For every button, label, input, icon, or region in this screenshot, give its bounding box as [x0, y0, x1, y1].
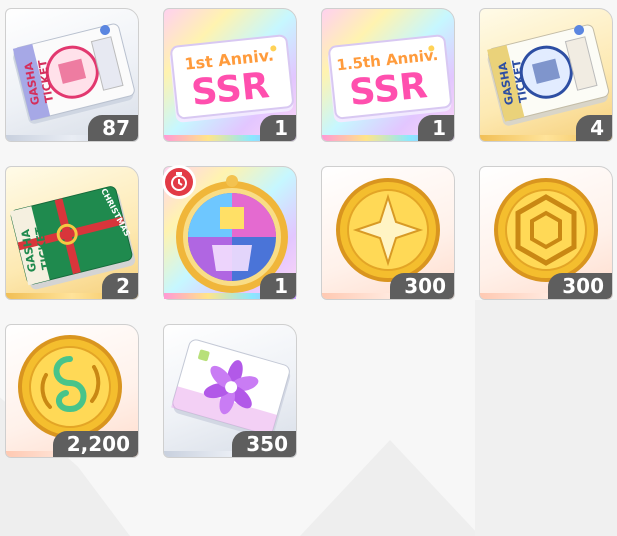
- item-hexagon-coin[interactable]: 300: [479, 166, 613, 300]
- item-grid: GASHA TICKET 87 1st Anniv. SSR 1 1.5th A…: [0, 0, 617, 536]
- item-count: 2,200: [52, 431, 138, 457]
- item-count: 300: [548, 273, 612, 299]
- item-gasha-ticket-blue[interactable]: GASHA TICKET 4: [479, 8, 613, 142]
- item-count: 350: [232, 431, 296, 457]
- item-flower-card[interactable]: 350: [163, 324, 297, 458]
- ssr-label: SSR: [189, 65, 271, 114]
- timer-icon: [162, 165, 196, 199]
- item-count: 1: [260, 273, 296, 299]
- item-count: 300: [390, 273, 454, 299]
- item-count: 2: [102, 273, 138, 299]
- item-sparkle-coin[interactable]: 300: [321, 166, 455, 300]
- item-ssr-1st-anniv-ticket[interactable]: 1st Anniv. SSR 1: [163, 8, 297, 142]
- ssr-label: SSR: [347, 65, 429, 114]
- item-gasha-ticket-red[interactable]: GASHA TICKET 87: [5, 8, 139, 142]
- item-count: 4: [576, 115, 612, 141]
- item-count: 1: [418, 115, 454, 141]
- item-count: 87: [88, 115, 138, 141]
- christmas-label: CHRISTMAS: [99, 187, 132, 238]
- item-christmas-gasha-ticket[interactable]: GASHA TICKET CHRISTMAS 2: [5, 166, 139, 300]
- item-swirl-coin[interactable]: 2,200: [5, 324, 139, 458]
- item-stained-glass-medal[interactable]: 1: [162, 165, 297, 300]
- item-count: 1: [260, 115, 296, 141]
- item-ssr-1-5th-anniv-ticket[interactable]: 1.5th Anniv. SSR 1: [321, 8, 455, 142]
